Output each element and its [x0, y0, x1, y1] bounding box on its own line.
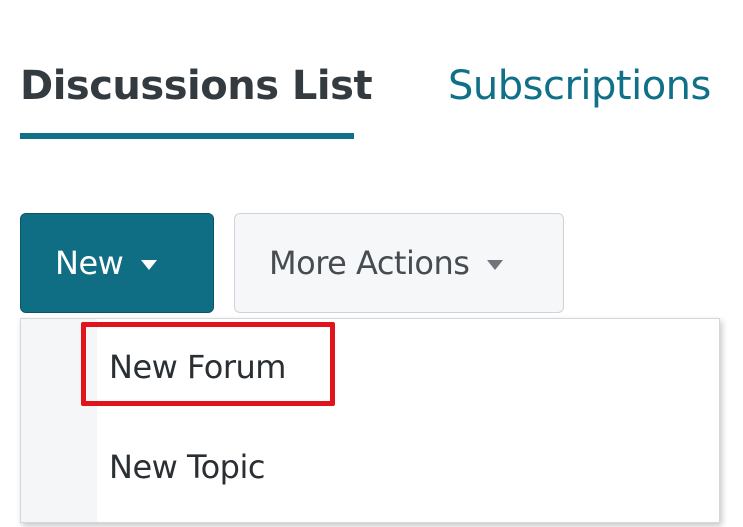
- more-actions-button[interactable]: More Actions: [234, 213, 564, 313]
- caret-down-icon: [141, 260, 158, 270]
- dropdown-gutter: [21, 319, 97, 522]
- discussions-page: Discussions List Subscriptions New More …: [0, 0, 743, 527]
- more-actions-label: More Actions: [269, 244, 470, 282]
- new-button-label: New: [55, 244, 124, 282]
- tab-bar: Discussions List Subscriptions: [0, 0, 743, 150]
- tab-discussions-list[interactable]: Discussions List: [20, 56, 373, 116]
- new-dropdown-menu: New Forum New Topic: [20, 318, 720, 523]
- new-button[interactable]: New: [20, 213, 214, 313]
- caret-down-icon: [487, 260, 504, 270]
- active-tab-indicator: [20, 133, 354, 139]
- menu-item-new-forum[interactable]: New Forum: [109, 345, 286, 389]
- menu-item-new-topic[interactable]: New Topic: [109, 445, 265, 489]
- tab-subscriptions[interactable]: Subscriptions: [448, 56, 711, 116]
